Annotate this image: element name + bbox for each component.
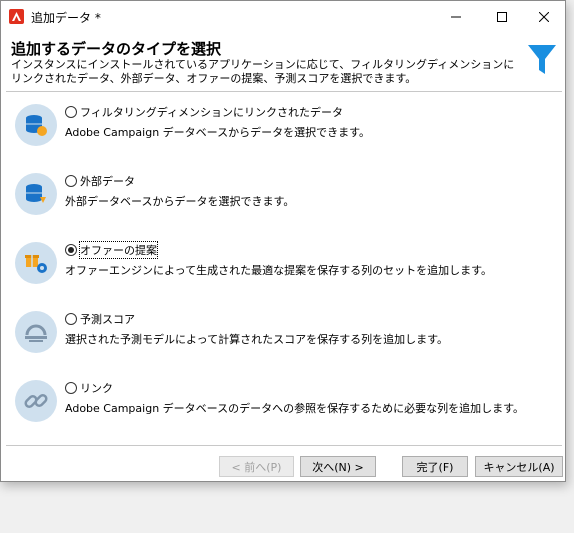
predictive-score-icon (15, 311, 57, 353)
next-button[interactable]: 次へ(N) > (300, 456, 376, 477)
option-link[interactable]: リンク Adobe Campaign データベースのデータへの参照を保存するため… (6, 372, 562, 432)
radio-external-data[interactable] (65, 175, 77, 187)
maximize-button[interactable] (479, 1, 525, 33)
page-description: インスタンスにインストールされているアプリケーションに応じて、フィルタリングディ… (11, 58, 515, 85)
option-filtering-dimension[interactable]: フィルタリングディメンションにリンクされたデータ Adobe Campaign … (6, 96, 562, 156)
external-database-icon (15, 173, 57, 215)
cancel-button[interactable]: キャンセル(A) (475, 456, 563, 477)
offer-icon (15, 242, 57, 284)
adobe-app-icon (9, 9, 24, 24)
option-description: Adobe Campaign データベースのデータへの参照を保存するために必要な… (65, 402, 525, 415)
option-description: 外部データベースからデータを選択できます。 (65, 195, 295, 208)
option-description: Adobe Campaign データベースからデータを選択できます。 (65, 126, 371, 139)
database-user-icon (15, 104, 57, 146)
prev-button[interactable]: < 前へ(P) (219, 456, 294, 477)
radio-predictive-score[interactable] (65, 313, 77, 325)
add-data-dialog: 追加データ * 追加するデータのタイプを選択 インスタンスにインストールされてい… (0, 0, 566, 482)
option-label[interactable]: リンク (80, 380, 113, 396)
option-label[interactable]: 予測スコア (80, 311, 135, 327)
radio-filtering-dimension[interactable] (65, 106, 77, 118)
options-panel: フィルタリングディメンションにリンクされたデータ Adobe Campaign … (6, 91, 562, 444)
maximize-icon (497, 12, 507, 22)
option-label[interactable]: 外部データ (80, 173, 135, 189)
window-title: 追加データ * (31, 11, 101, 25)
wizard-header: 追加するデータのタイプを選択 インスタンスにインストールされているアプリケーショ… (1, 33, 565, 89)
option-label[interactable]: オファーの提案 (79, 241, 158, 259)
funnel-icon (528, 45, 556, 74)
option-offer-proposal[interactable]: オファーの提案 オファーエンジンによって生成された最適な提案を保存する列のセット… (6, 234, 562, 294)
option-description: オファーエンジンによって生成された最適な提案を保存する列のセットを追加します。 (65, 264, 493, 277)
option-predictive-score[interactable]: 予測スコア 選択された予測モデルによって計算されたスコアを保存する列を追加します… (6, 303, 562, 363)
radio-link[interactable] (65, 382, 77, 394)
title-bar[interactable]: 追加データ * (1, 1, 565, 33)
option-external-data[interactable]: 外部データ 外部データベースからデータを選択できます。 (6, 165, 562, 225)
close-icon (539, 12, 549, 22)
minimize-button[interactable] (433, 1, 479, 33)
footer-divider (6, 445, 562, 446)
link-icon (15, 380, 57, 422)
minimize-icon (451, 16, 461, 18)
close-button[interactable] (521, 1, 567, 33)
page-title: 追加するデータのタイプを選択 (11, 40, 222, 58)
radio-offer-proposal[interactable] (65, 244, 77, 256)
option-description: 選択された予測モデルによって計算されたスコアを保存する列を追加します。 (65, 333, 449, 346)
finish-button[interactable]: 完了(F) (402, 456, 468, 477)
option-label[interactable]: フィルタリングディメンションにリンクされたデータ (80, 104, 343, 120)
